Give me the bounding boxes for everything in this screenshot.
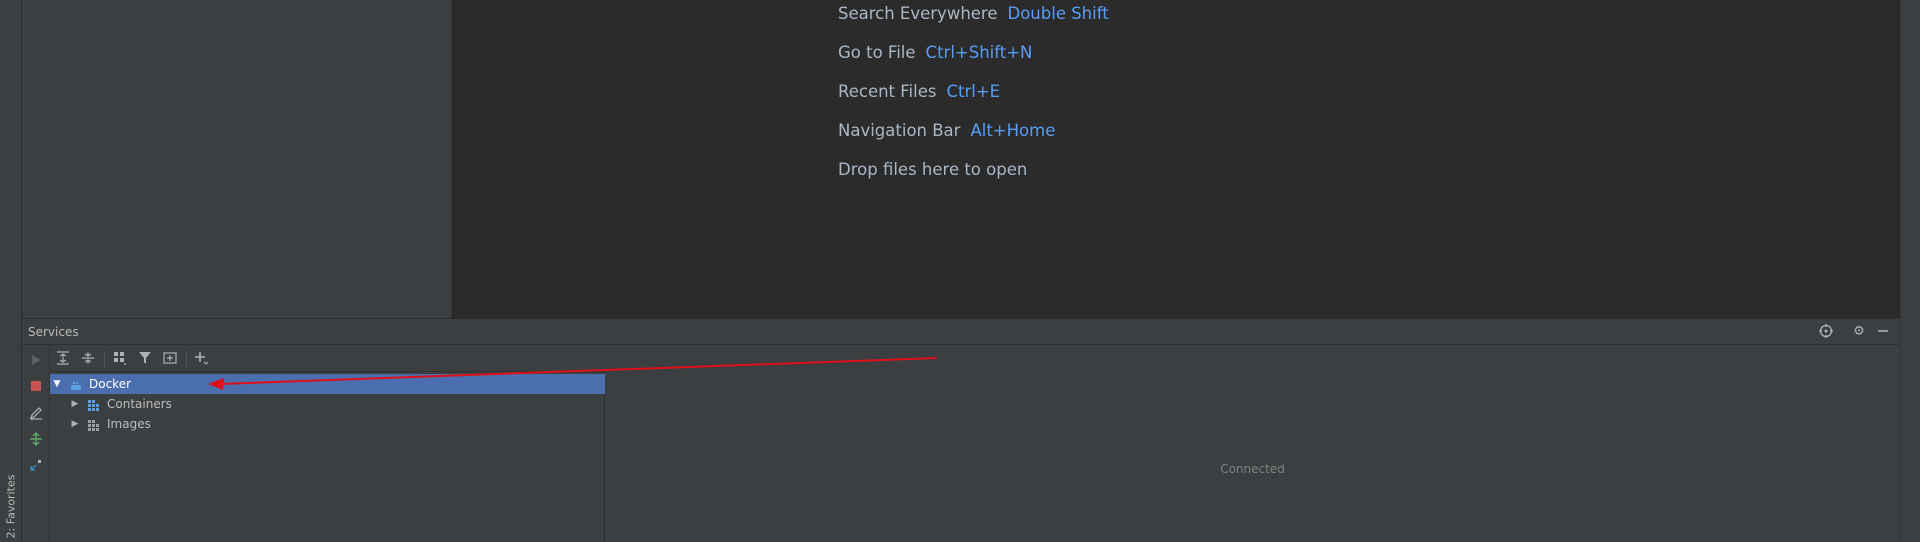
stop-icon[interactable] xyxy=(28,380,44,396)
new-tab-icon[interactable] xyxy=(162,351,178,367)
tree-row-label: Containers xyxy=(107,397,172,411)
gear-icon[interactable]: ⚙ xyxy=(1851,324,1867,340)
collapse-all-icon[interactable] xyxy=(80,351,96,367)
images-icon xyxy=(88,418,100,431)
expand-icon[interactable] xyxy=(28,458,44,474)
hint-shortcut: Ctrl+Shift+N xyxy=(925,43,1033,62)
hint-drop-files: Drop files here to open xyxy=(838,160,1027,179)
services-header: Services ⚙ xyxy=(22,318,1900,345)
chevron-right-icon[interactable]: ▶ xyxy=(69,414,81,434)
services-title: Services xyxy=(28,325,79,339)
containers-icon xyxy=(88,398,100,411)
project-panel xyxy=(22,0,452,318)
services-detail-pane: Connected xyxy=(605,345,1900,542)
add-icon[interactable] xyxy=(193,351,209,367)
editor-empty-area: Search Everywhere Double Shift Go to File… xyxy=(452,0,1920,318)
tree-row-docker[interactable]: ▼ Docker xyxy=(50,374,605,394)
hint-navigation-bar: Navigation Bar Alt+Home xyxy=(838,121,1055,140)
services-tree: ▼ Docker ▶ Containers ▶ Images xyxy=(50,372,605,542)
tree-row-label: Images xyxy=(107,417,151,431)
chevron-down-icon[interactable]: ▼ xyxy=(51,374,63,394)
left-tool-strip xyxy=(0,0,22,542)
right-tool-strip xyxy=(1900,0,1920,542)
toolbar-separator xyxy=(104,351,105,367)
hint-search-everywhere: Search Everywhere Double Shift xyxy=(838,4,1109,23)
group-icon[interactable] xyxy=(112,351,128,367)
favorites-tab[interactable]: 2: Favorites xyxy=(2,470,20,542)
docker-icon xyxy=(70,378,82,390)
hint-shortcut: Ctrl+E xyxy=(946,82,1001,101)
minimize-icon[interactable] xyxy=(1875,324,1891,340)
hint-go-to-file: Go to File Ctrl+Shift+N xyxy=(838,43,1032,62)
connection-status: Connected xyxy=(1220,462,1285,476)
edit-icon[interactable] xyxy=(28,406,44,422)
hint-label: Recent Files xyxy=(838,82,937,101)
hint-label: Navigation Bar xyxy=(838,121,961,140)
filter-icon[interactable] xyxy=(137,351,153,367)
favorites-tab-label: 2: Favorites xyxy=(4,474,18,538)
run-icon[interactable] xyxy=(28,354,44,370)
chevron-right-icon[interactable]: ▶ xyxy=(69,394,81,414)
deploy-icon[interactable] xyxy=(28,432,44,448)
toolbar-separator xyxy=(186,351,187,367)
tree-row-label: Docker xyxy=(89,377,132,391)
hint-recent-files: Recent Files Ctrl+E xyxy=(838,82,1000,101)
hint-label: Search Everywhere xyxy=(838,4,998,23)
hint-label: Drop files here to open xyxy=(838,160,1028,179)
hint-label: Go to File xyxy=(838,43,916,62)
services-tree-toolbar xyxy=(50,345,605,372)
crosshair-icon[interactable] xyxy=(1818,324,1834,340)
services-side-toolbar xyxy=(22,345,50,542)
tree-row-containers[interactable]: ▶ Containers xyxy=(50,394,605,414)
expand-all-icon[interactable] xyxy=(55,351,71,367)
hint-shortcut: Alt+Home xyxy=(970,121,1056,140)
hint-shortcut: Double Shift xyxy=(1007,4,1109,23)
tree-row-images[interactable]: ▶ Images xyxy=(50,414,605,434)
